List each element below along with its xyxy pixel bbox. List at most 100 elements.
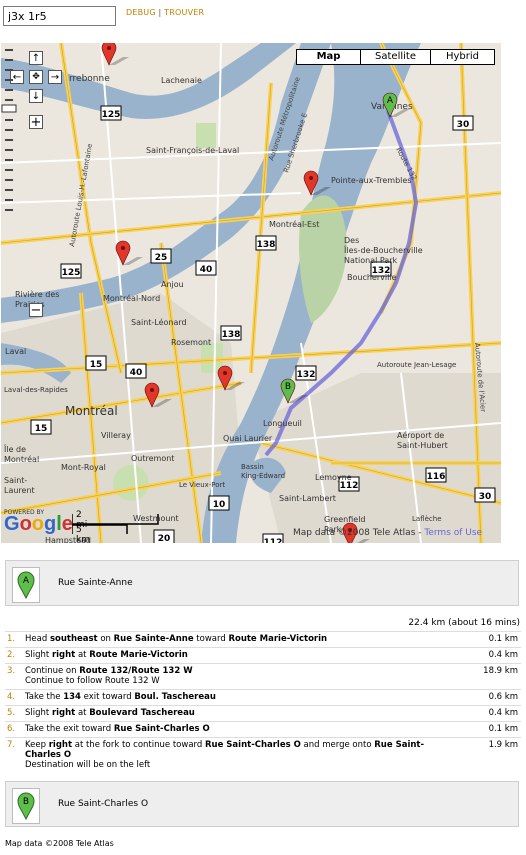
step-distance: 0.6 km [461,689,521,706]
place-label: Longueuil [263,419,302,428]
debug-link[interactable]: DEBUG [126,8,156,17]
direction-step[interactable]: 5. Slight right at Boulevard Taschereau 0.… [5,705,521,722]
highway-shield-number: 30 [479,492,492,502]
highway-shield-number: 112 [264,538,283,543]
place-label: Laurent [4,486,35,495]
zoom-tick [5,89,13,91]
marker-a-letter: A [23,576,30,586]
step-number: 6. [5,721,23,738]
place-label: Montréal-Nord [103,293,160,303]
map-tiles: 125301382540125 1321384015132151011211630… [1,43,501,543]
place-label: Île de [3,443,26,454]
direction-step[interactable]: 2. Slight right at Route Marie-Victorin 0.… [5,647,521,664]
place-label: Laval-des-Rapides [4,386,68,394]
direction-step[interactable]: 4. Take the 134 exit toward Boul. Tascher… [5,689,521,706]
zoom-tick [5,59,13,61]
top-links: DEBUG | TROUVER [126,8,204,17]
step-distance: 18.9 km [461,663,521,690]
marker-b-icon: B [12,788,40,824]
place-label: Des [344,236,359,245]
place-label: Aéroport de [397,430,444,440]
pan-right-button[interactable]: → [48,70,62,84]
highway-shield-number: 138 [257,240,276,250]
place-label: Anjou [161,280,184,289]
place-label: Rosemont [171,338,211,347]
zoom-out-button[interactable]: − [29,303,43,317]
place-label: Mont-Royal [61,463,106,472]
zoom-in-button[interactable]: + [29,115,43,129]
park-north [196,123,216,148]
place-label: Montréal-Est [269,219,319,229]
highway-shield-number: 10 [213,500,226,510]
direction-step[interactable]: 6. Take the exit toward Rue Saint-Charles… [5,721,521,738]
highway-shield-number: 25 [155,253,168,263]
step-number: 1. [5,631,23,648]
step-instruction: Keep right at the fork to continue towar… [23,737,461,773]
highway-shield-number: 112 [340,481,359,491]
step-distance: 0.1 km [461,721,521,738]
place-label: Rivière des [15,289,59,299]
highway-shield-number: 30 [457,120,470,130]
find-link[interactable]: TROUVER [164,8,204,17]
zoom-tick [5,129,13,131]
zoom-slider[interactable] [1,43,17,218]
place-label: Bassin [241,463,264,471]
terms-of-use-link[interactable]: Terms of Use [424,528,482,538]
footer-copyright: Map data ©2008 Tele Atlas [5,839,114,848]
pan-down-button[interactable]: ↓ [29,89,43,103]
start-waypoint[interactable]: A Rue Sainte-Anne [5,560,519,606]
place-label: Lachenaie [161,76,202,85]
place-label: Quai Laurier [223,434,273,443]
reset-view-button[interactable]: ✥ [29,70,43,84]
highway-shield-number: 125 [102,110,121,120]
map-type-hybrid-button[interactable]: Hybrid [430,49,495,65]
step-instruction: Take the exit toward Rue Saint-Charles O [23,721,461,738]
place-label: King-Edward [241,472,285,480]
zoom-tick [5,49,13,51]
step-distance: 1.9 km [461,737,521,773]
place-label: Montréal [4,454,39,464]
map-type-map-button[interactable]: Map [296,49,361,65]
direction-step[interactable]: 3. Continue on Route 132/Route 132 W Conti… [5,663,521,690]
place-label: Saint-Léonard [131,317,187,327]
step-number: 2. [5,647,23,664]
highway-shield-number: 15 [35,424,48,434]
route-summary: 22.4 km (about 16 mins) [408,618,520,628]
highway-shield-number: 132 [297,370,316,380]
step-distance: 0.1 km [461,631,521,648]
zoom-slider-thumb [1,104,17,113]
google-logo[interactable]: Google [4,513,73,536]
place-label: Laflèche [412,515,442,523]
zoom-tick [5,119,13,121]
step-note: Destination will be on the left [25,760,151,770]
pan-up-button[interactable]: ↑ [29,51,43,65]
zoom-tick [5,149,13,151]
step-number: 3. [5,663,23,690]
step-distance: 0.4 km [461,647,521,664]
map-canvas[interactable]: 125 30 138 25 40 125 132 138 40 15 132 15 10 112 116 30… [1,43,501,543]
top-bar: DEBUG | TROUVER [0,0,526,42]
zoom-tick [5,139,13,141]
zoom-tick [5,159,13,161]
place-label: Boucherville [347,273,397,282]
place-label: Montréal [65,404,118,418]
copyright-text: Map data ©2008 Tele Atlas - [293,528,422,538]
step-instruction: Head southeast on Rue Sainte-Anne toward… [23,631,461,648]
zoom-tick [5,169,13,171]
place-label: Autoroute Jean-Lesage [377,361,456,369]
start-address: Rue Sainte-Anne [58,578,133,588]
map-type-satellite-button[interactable]: Satellite [360,49,431,65]
step-note: Continue to follow Route 132 W [25,676,160,686]
step-instruction: Slight right at Boulevard Taschereau [23,705,461,722]
step-instruction: Continue on Route 132/Route 132 W Continu… [23,663,461,690]
direction-step[interactable]: 7. Keep right at the fork to continue tow… [5,737,521,773]
poi-marker-rosemont-dot [223,371,227,375]
end-waypoint[interactable]: B Rue Saint-Charles O [5,781,519,827]
poi-marker-montreal-nord-dot [121,246,125,250]
place-label: Saint-Hubert [397,441,448,450]
place-label: Villeray [101,431,131,440]
direction-step[interactable]: 1. Head southeast on Rue Sainte-Anne towa… [5,631,521,648]
step-number: 5. [5,705,23,722]
zoom-tick [5,199,13,201]
search-input[interactable] [3,6,116,26]
